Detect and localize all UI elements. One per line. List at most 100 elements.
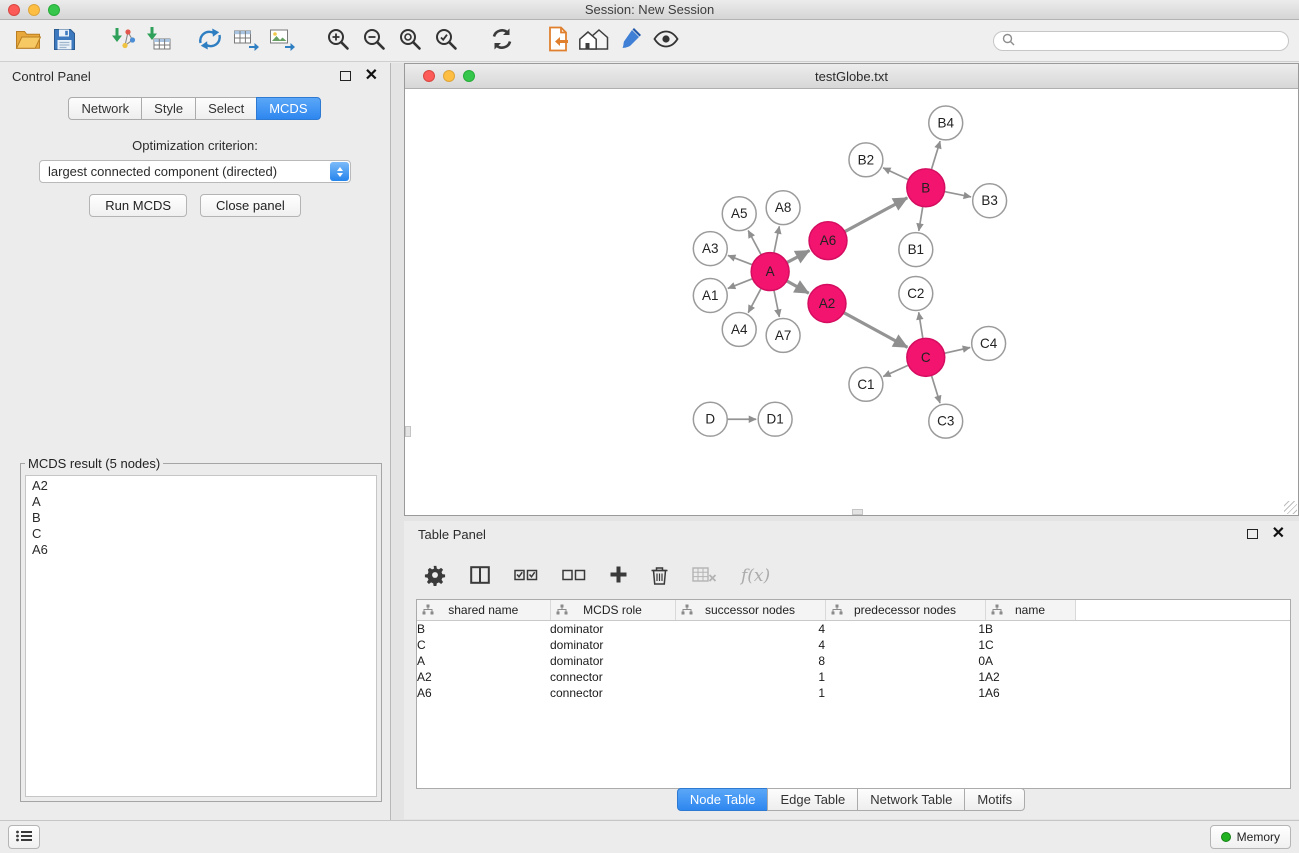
save-button[interactable] <box>46 24 82 58</box>
graph-edge-A-A5[interactable] <box>748 230 761 254</box>
graph-edge-C-C4[interactable] <box>944 347 970 353</box>
search-input[interactable] <box>1020 33 1280 49</box>
graph-node-A[interactable]: A <box>751 253 789 291</box>
graph-edge-A-A7[interactable] <box>774 290 779 317</box>
table-cell[interactable]: 1 <box>675 685 825 701</box>
close-panel-button[interactable]: Close panel <box>200 194 301 217</box>
table-cell[interactable]: A2 <box>417 669 550 685</box>
table-cell[interactable]: C <box>417 637 550 653</box>
graph-node-B4[interactable]: B4 <box>929 106 963 140</box>
maximize-window-icon[interactable] <box>463 70 475 82</box>
graph-node-A5[interactable]: A5 <box>722 197 756 231</box>
table-row[interactable]: A6connector11A6 <box>417 685 1290 701</box>
column-header[interactable]: MCDS role <box>550 600 675 621</box>
table-cell[interactable]: A6 <box>985 685 1075 701</box>
table-cell[interactable]: 8 <box>675 653 825 669</box>
zoom-fit-button[interactable] <box>392 24 428 58</box>
resize-grip[interactable] <box>1284 501 1297 514</box>
table-cell[interactable]: B <box>417 621 550 638</box>
graph-edge-A-A6[interactable] <box>787 251 810 263</box>
show-columns-button[interactable] <box>470 566 490 587</box>
result-item[interactable]: A <box>26 494 376 510</box>
import-network-button[interactable] <box>104 24 140 58</box>
graph-edge-C-C3[interactable] <box>931 375 940 403</box>
column-header[interactable]: successor nodes <box>675 600 825 621</box>
result-item[interactable]: A2 <box>26 478 376 494</box>
close-window-icon[interactable] <box>423 70 435 82</box>
table-cell[interactable]: dominator <box>550 621 675 638</box>
graph-node-B[interactable]: B <box>907 169 945 207</box>
graph-node-C[interactable]: C <box>907 338 945 376</box>
graph-node-B1[interactable]: B1 <box>899 233 933 267</box>
close-panel-icon[interactable]: ✕ <box>1272 526 1285 542</box>
graph-edge-A-A2[interactable] <box>787 281 809 293</box>
zoom-selected-button[interactable] <box>428 24 464 58</box>
graph-node-A1[interactable]: A1 <box>693 279 727 313</box>
table-cell[interactable]: connector <box>550 685 675 701</box>
zoom-out-button[interactable] <box>356 24 392 58</box>
table-cell[interactable]: A2 <box>985 669 1075 685</box>
table-cell[interactable]: A <box>417 653 550 669</box>
graph-node-B3[interactable]: B3 <box>973 184 1007 218</box>
network-canvas[interactable]: B4B2BB3A8A5A6B1A3AC2A1A2A4A7CC4C1C3DD1 <box>405 89 1298 515</box>
graph-node-D1[interactable]: D1 <box>758 402 792 436</box>
open-file-button[interactable] <box>10 24 46 58</box>
graph-node-C3[interactable]: C3 <box>929 404 963 438</box>
result-item[interactable]: B <box>26 510 376 526</box>
criterion-dropdown[interactable]: largest connected component (directed) <box>39 160 351 183</box>
brush-button[interactable] <box>612 24 648 58</box>
table-cell[interactable]: 4 <box>675 637 825 653</box>
table-cell[interactable]: C <box>985 637 1075 653</box>
search-field[interactable] <box>993 31 1289 51</box>
table-cell[interactable]: dominator <box>550 653 675 669</box>
column-header[interactable]: predecessor nodes <box>825 600 985 621</box>
graph-node-C1[interactable]: C1 <box>849 367 883 401</box>
graph-edge-B-B3[interactable] <box>944 192 971 197</box>
table-cell[interactable]: A6 <box>417 685 550 701</box>
graph-node-A3[interactable]: A3 <box>693 232 727 266</box>
result-item[interactable]: C <box>26 526 376 542</box>
network-graph[interactable]: B4B2BB3A8A5A6B1A3AC2A1A2A4A7CC4C1C3DD1 <box>405 89 1298 515</box>
graph-edge-B-B2[interactable] <box>883 168 909 180</box>
graph-node-A7[interactable]: A7 <box>766 318 800 352</box>
import-table-button[interactable] <box>140 24 176 58</box>
export-network-button[interactable] <box>192 24 228 58</box>
memory-button[interactable]: Memory <box>1210 825 1291 849</box>
graph-edge-A2-C[interactable] <box>844 313 908 348</box>
table-cell[interactable]: 4 <box>675 621 825 638</box>
graph-node-D[interactable]: D <box>693 402 727 436</box>
deselect-all-button[interactable] <box>562 567 586 586</box>
table-cell[interactable]: dominator <box>550 637 675 653</box>
table-row[interactable]: A2connector11A2 <box>417 669 1290 685</box>
houses-button[interactable] <box>576 24 612 58</box>
tab-mcds[interactable]: MCDS <box>256 97 320 120</box>
close-panel-icon[interactable]: ✕ <box>365 68 378 84</box>
graph-node-A2[interactable]: A2 <box>808 285 846 323</box>
run-mcds-button[interactable]: Run MCDS <box>89 194 187 217</box>
graph-node-A8[interactable]: A8 <box>766 191 800 225</box>
graph-edge-A-A8[interactable] <box>774 226 779 253</box>
tab-select[interactable]: Select <box>195 97 257 120</box>
export-table-button[interactable] <box>228 24 264 58</box>
column-header[interactable]: shared name <box>417 600 550 621</box>
task-history-button[interactable] <box>8 825 40 849</box>
tab-edge-table[interactable]: Edge Table <box>767 788 858 811</box>
minimize-window-icon[interactable] <box>443 70 455 82</box>
select-all-button[interactable] <box>514 567 538 586</box>
tab-node-table[interactable]: Node Table <box>677 788 769 811</box>
float-panel-icon[interactable] <box>1247 529 1258 539</box>
tab-network-table[interactable]: Network Table <box>857 788 965 811</box>
dropdown-stepper-icon[interactable] <box>330 162 349 181</box>
table-cell[interactable]: 1 <box>825 637 985 653</box>
graph-node-A6[interactable]: A6 <box>809 222 847 260</box>
export-image-button[interactable] <box>264 24 300 58</box>
graph-edge-C-C2[interactable] <box>919 312 923 338</box>
graph-node-B2[interactable]: B2 <box>849 143 883 177</box>
tab-network[interactable]: Network <box>68 97 142 120</box>
vertical-scroll-nub[interactable] <box>405 426 411 437</box>
graph-edge-A6-B[interactable] <box>845 198 908 232</box>
column-header[interactable]: name <box>985 600 1075 621</box>
table-cell[interactable]: 0 <box>825 653 985 669</box>
table-row[interactable]: Adominator80A <box>417 653 1290 669</box>
table-row[interactable]: Bdominator41B <box>417 621 1290 638</box>
